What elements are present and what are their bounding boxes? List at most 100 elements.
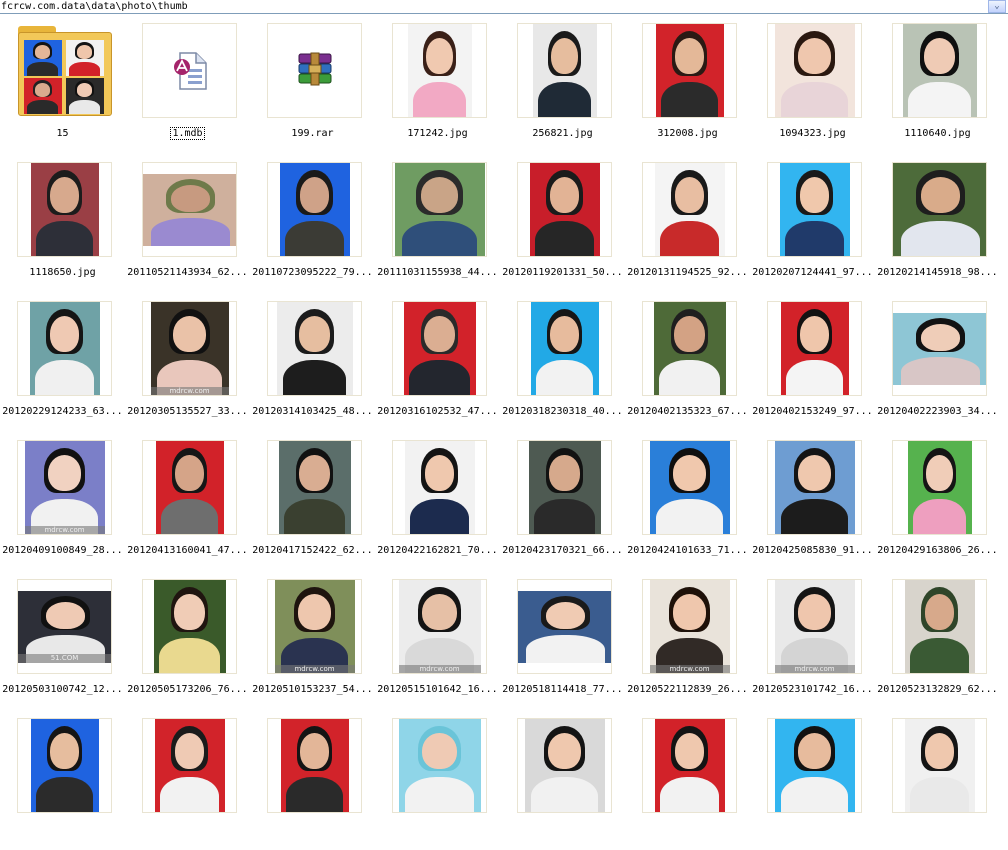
thumbnail-frame[interactable] <box>892 23 987 118</box>
thumbnail-frame[interactable] <box>17 162 112 257</box>
file-item[interactable]: 20120214145918_98... <box>875 155 1000 294</box>
file-item[interactable]: 171242.jpg <box>375 16 500 155</box>
file-item[interactable] <box>875 711 1000 850</box>
thumbnail-frame[interactable] <box>17 301 112 396</box>
thumbnail-frame[interactable] <box>267 440 362 535</box>
file-item[interactable]: 20120207124441_97... <box>750 155 875 294</box>
thumbnail-frame[interactable] <box>767 162 862 257</box>
thumbnail-frame[interactable] <box>267 162 362 257</box>
file-item[interactable]: 20120119201331_50... <box>500 155 625 294</box>
file-item[interactable] <box>375 711 500 850</box>
thumbnail-frame[interactable] <box>892 301 987 396</box>
thumbnail-frame[interactable] <box>642 718 737 813</box>
file-item[interactable]: mdrcw.com 20120522112839_26... <box>625 572 750 711</box>
thumbnail-frame[interactable] <box>892 579 987 674</box>
file-item[interactable]: 15 <box>0 16 125 155</box>
file-item[interactable]: 20120423170321_66... <box>500 433 625 572</box>
file-item[interactable]: mdrcw.com 20120523101742_16... <box>750 572 875 711</box>
thumbnail-frame[interactable]: 51.COM <box>17 579 112 674</box>
file-item[interactable]: 20120316102532_47... <box>375 294 500 433</box>
thumbnail-frame[interactable] <box>892 718 987 813</box>
file-item[interactable]: 20110521143934_62... <box>125 155 250 294</box>
thumbnail-frame[interactable] <box>267 301 362 396</box>
thumbnail-frame[interactable] <box>392 23 487 118</box>
thumbnail-frame[interactable]: mdrcw.com <box>392 579 487 674</box>
file-item[interactable]: 51.COM 20120503100742_12... <box>0 572 125 711</box>
file-item[interactable]: 20120424101633_71... <box>625 433 750 572</box>
file-item[interactable]: mdrcw.com 20120510153237_54... <box>250 572 375 711</box>
file-item[interactable] <box>125 711 250 850</box>
file-item[interactable] <box>500 711 625 850</box>
thumbnail-frame[interactable]: mdrcw.com <box>767 579 862 674</box>
address-path[interactable]: fcrcw.com.data\data\photo\thumb <box>1 0 188 14</box>
thumbnail-frame[interactable] <box>767 301 862 396</box>
thumbnail-frame[interactable] <box>517 301 612 396</box>
file-item[interactable]: 20120429163806_26... <box>875 433 1000 572</box>
thumbnail-frame[interactable] <box>142 23 237 118</box>
file-item[interactable]: 20120417152422_62... <box>250 433 375 572</box>
thumbnail-frame[interactable] <box>642 162 737 257</box>
thumbnail-frame[interactable] <box>392 301 487 396</box>
thumbnail-frame[interactable] <box>767 23 862 118</box>
file-item[interactable]: 1110640.jpg <box>875 16 1000 155</box>
address-bar[interactable]: fcrcw.com.data\data\photo\thumb ⌄ <box>0 0 1008 14</box>
file-item[interactable]: mdrcw.com 20120305135527_33... <box>125 294 250 433</box>
thumbnail-frame[interactable]: mdrcw.com <box>267 579 362 674</box>
thumbnail-frame[interactable] <box>267 718 362 813</box>
thumbnail-frame[interactable] <box>642 301 737 396</box>
file-item[interactable]: mdrcw.com 20120409100849_28... <box>0 433 125 572</box>
thumbnail-frame[interactable]: mdrcw.com <box>142 301 237 396</box>
file-item[interactable]: 20120523132829_62... <box>875 572 1000 711</box>
thumbnail-frame[interactable] <box>892 162 987 257</box>
thumbnail-frame[interactable] <box>642 23 737 118</box>
thumbnail-frame[interactable] <box>392 440 487 535</box>
thumbnail-frame[interactable] <box>517 440 612 535</box>
file-item[interactable]: 20120505173206_76... <box>125 572 250 711</box>
thumbnail-frame[interactable] <box>517 718 612 813</box>
file-item[interactable]: 20120413160041_47... <box>125 433 250 572</box>
file-item[interactable]: mdrcw.com 20120515101642_16... <box>375 572 500 711</box>
thumbnail-frame[interactable] <box>517 23 612 118</box>
thumbnail-frame[interactable] <box>142 440 237 535</box>
file-item[interactable]: 20120422162821_70... <box>375 433 500 572</box>
file-item[interactable]: 1094323.jpg <box>750 16 875 155</box>
file-item[interactable]: 20120402153249_97... <box>750 294 875 433</box>
file-item[interactable]: 20111031155938_44... <box>375 155 500 294</box>
thumbnail-frame[interactable]: mdrcw.com <box>642 579 737 674</box>
file-item[interactable] <box>625 711 750 850</box>
file-item[interactable]: 199.rar <box>250 16 375 155</box>
file-item[interactable] <box>250 711 375 850</box>
file-item[interactable]: 1118650.jpg <box>0 155 125 294</box>
thumbnail-frame[interactable] <box>767 440 862 535</box>
address-dropdown-icon[interactable]: ⌄ <box>988 0 1006 13</box>
file-item[interactable]: 20120318230318_40... <box>500 294 625 433</box>
file-name-text: 20120305135527_33... <box>127 406 248 417</box>
thumbnail-frame[interactable] <box>142 579 237 674</box>
file-item[interactable] <box>0 711 125 850</box>
thumbnail-frame[interactable] <box>17 23 112 118</box>
thumbnail-frame[interactable] <box>767 718 862 813</box>
thumbnail-frame[interactable]: mdrcw.com <box>17 440 112 535</box>
file-item[interactable]: 20120229124233_63... <box>0 294 125 433</box>
thumbnail-frame[interactable] <box>392 718 487 813</box>
file-item[interactable]: 256821.jpg <box>500 16 625 155</box>
file-item[interactable]: 20110723095222_79... <box>250 155 375 294</box>
file-item[interactable]: 312008.jpg <box>625 16 750 155</box>
file-item[interactable]: 20120425085830_91... <box>750 433 875 572</box>
file-item[interactable]: 20120402223903_34... <box>875 294 1000 433</box>
thumbnail-frame[interactable] <box>17 718 112 813</box>
thumbnail-frame[interactable] <box>642 440 737 535</box>
file-item[interactable] <box>750 711 875 850</box>
thumbnail-frame[interactable] <box>517 579 612 674</box>
thumbnail-frame[interactable] <box>142 162 237 257</box>
thumbnail-frame[interactable] <box>892 440 987 535</box>
file-item[interactable]: 20120518114418_77... <box>500 572 625 711</box>
thumbnail-frame[interactable] <box>392 162 487 257</box>
thumbnail-frame[interactable] <box>517 162 612 257</box>
thumbnail-frame[interactable] <box>267 23 362 118</box>
file-item[interactable]: 20120314103425_48... <box>250 294 375 433</box>
thumbnail-frame[interactable] <box>142 718 237 813</box>
file-item[interactable]: 20120131194525_92... <box>625 155 750 294</box>
file-item[interactable]: 1.mdb <box>125 16 250 155</box>
file-item[interactable]: 20120402135323_67... <box>625 294 750 433</box>
